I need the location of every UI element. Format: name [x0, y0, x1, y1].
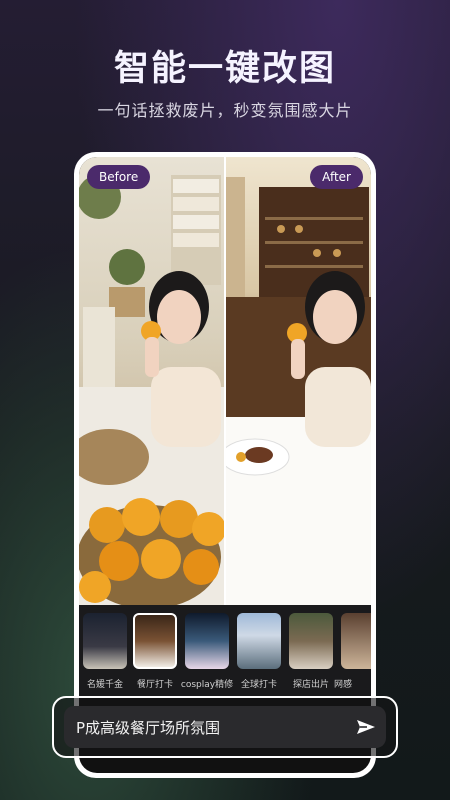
send-icon[interactable] [354, 715, 378, 739]
phone-screen: Before After 名媛千金 餐厅打卡 cosplay精修 全球打卡 探店… [79, 157, 371, 773]
style-thumb-2[interactable] [185, 613, 229, 669]
after-photo [225, 157, 371, 605]
style-tabbar: 名媛千金 餐厅打卡 cosplay精修 全球打卡 探店出片 网感 [79, 605, 371, 697]
style-thumb-4[interactable] [289, 613, 333, 669]
style-thumb-1[interactable] [133, 613, 177, 669]
before-scene [79, 175, 225, 605]
subheadline: 一句话拯救废片，秒变氛围感大片 [97, 101, 353, 120]
compare-divider[interactable] [224, 157, 226, 605]
style-label-1[interactable]: 餐厅打卡 [126, 677, 184, 690]
style-label-4[interactable]: 探店出片 [282, 677, 340, 690]
before-after-comparison: Before After [79, 157, 371, 605]
style-thumb-0[interactable] [83, 613, 127, 669]
prompt-text: P成高级餐厅场所氛围 [76, 719, 221, 737]
style-thumb-5[interactable] [341, 613, 371, 669]
prompt-input[interactable]: P成高级餐厅场所氛围 [64, 706, 386, 748]
prompt-bar: P成高级餐厅场所氛围 [52, 696, 398, 758]
after-scene [225, 177, 371, 605]
headline: 智能一键改图 [113, 49, 336, 89]
style-label-2[interactable]: cosplay精修 [178, 677, 236, 690]
after-badge: After [310, 165, 363, 189]
before-photo [79, 157, 225, 605]
style-thumb-3[interactable] [237, 613, 281, 669]
style-label-3[interactable]: 全球打卡 [230, 677, 288, 690]
style-label-5[interactable]: 网感 [334, 677, 364, 690]
phone-mockup: Before After 名媛千金 餐厅打卡 cosplay精修 全球打卡 探店… [74, 152, 376, 778]
before-badge: Before [87, 165, 151, 189]
